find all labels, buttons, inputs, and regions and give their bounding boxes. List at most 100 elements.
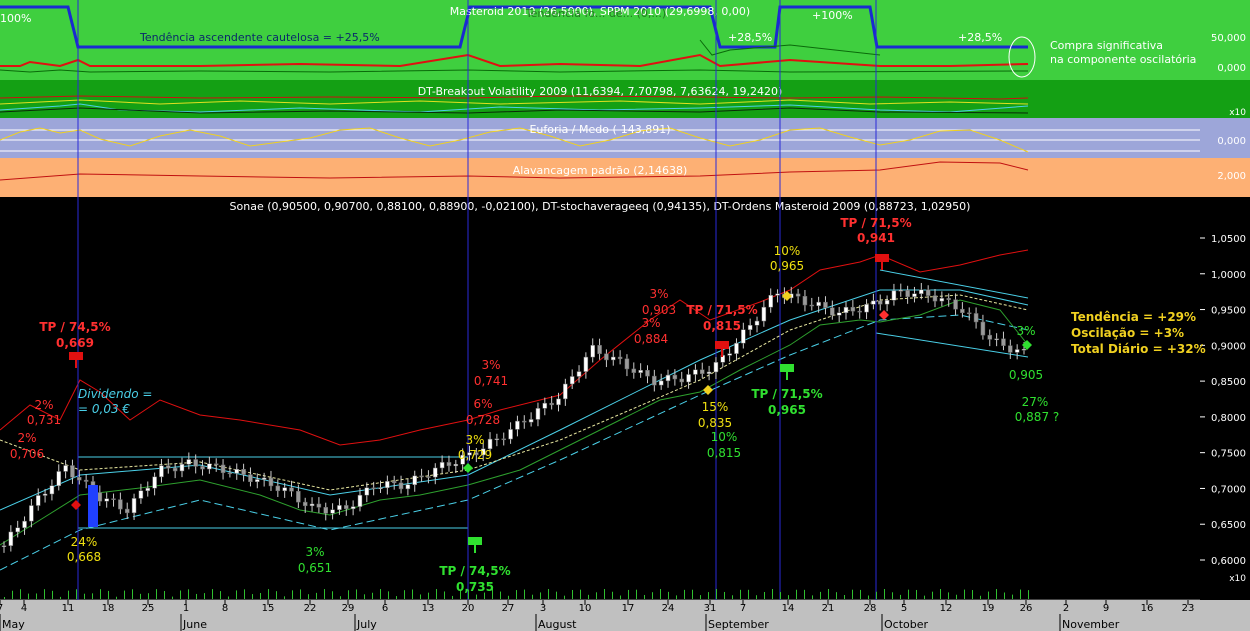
volume-bar	[764, 591, 765, 599]
volume-bar	[980, 595, 981, 599]
y-tick-label: 0,9000	[1211, 341, 1246, 352]
candle-up	[309, 503, 315, 507]
volume-bar	[836, 592, 837, 599]
candle-up	[439, 462, 445, 469]
candle-down	[597, 345, 602, 355]
candle-up	[590, 345, 595, 358]
candle-up	[836, 312, 842, 316]
dividend-line-1: Dividendo =	[78, 387, 152, 401]
volume-bar	[412, 589, 413, 599]
annotation-label: 0,706	[10, 447, 44, 461]
candle-down	[980, 321, 986, 336]
candle-up	[405, 484, 411, 490]
x-tick-label: 7	[0, 603, 3, 614]
candle-down	[966, 312, 972, 314]
candle-up	[179, 463, 185, 472]
candle-up	[412, 475, 417, 485]
x-tick-label: 31	[704, 603, 717, 614]
candle-down	[1008, 345, 1013, 353]
masteroid-tag-2: Tendência ascendente cautelosa = +25,5%	[139, 31, 380, 44]
candle-up	[891, 290, 897, 301]
candle-up	[816, 301, 821, 307]
annotation-label: 27%	[1022, 395, 1049, 409]
candle-down	[946, 298, 951, 300]
candle-down	[172, 467, 178, 472]
candle-down	[679, 378, 684, 383]
volume-bar	[508, 595, 509, 599]
volume-bar	[68, 590, 69, 599]
annotation-label: 0,731	[27, 413, 61, 427]
volume-bar	[524, 589, 525, 599]
volume-bar	[252, 594, 253, 599]
volume-bar	[804, 589, 805, 599]
candle-down	[83, 479, 89, 482]
candle-down	[316, 503, 322, 508]
summary-oscillation: Oscilação = +3%	[1071, 326, 1184, 340]
volume-bar	[676, 595, 677, 599]
candle-up	[152, 476, 157, 489]
annotation-label: 3%	[649, 287, 668, 301]
candle-down	[323, 507, 328, 514]
volume-bar	[820, 591, 821, 599]
candle-down	[248, 474, 253, 482]
candle-up	[8, 531, 14, 546]
volume-bar	[300, 589, 301, 599]
volume-bar	[732, 595, 733, 599]
volume-bar	[996, 589, 997, 599]
candle-down	[795, 293, 801, 297]
candle-up	[775, 293, 780, 296]
volume-bar	[404, 590, 405, 599]
volume-bar	[572, 589, 573, 599]
candle-up	[535, 408, 541, 420]
candle-up	[337, 505, 342, 510]
summary-total: Total Diário = +32%	[1071, 342, 1206, 356]
annotation-label: 0,728	[466, 413, 500, 427]
volume-bar	[76, 589, 77, 599]
x-tick-label: 23	[1182, 603, 1195, 614]
y-tick-label: 0,7000	[1211, 484, 1246, 495]
candle-down	[97, 492, 103, 502]
annotation-label: 0,815	[707, 446, 741, 460]
volume-bar	[948, 592, 949, 599]
alavancagem-panel: Alavancagem padrão (2,14638) 2,000	[0, 158, 1250, 197]
candle-up	[884, 300, 890, 305]
candle-down	[302, 501, 308, 507]
candle-up	[576, 371, 582, 377]
x-tick-label: 19	[982, 603, 995, 614]
y-tick-label: 0,9500	[1211, 306, 1246, 317]
x-tick-label: 29	[342, 603, 355, 614]
x-tick-label: 11	[62, 603, 75, 614]
y-tick-label: 1,0500	[1211, 234, 1246, 245]
volume-bar	[172, 596, 173, 599]
volume-bar	[748, 589, 749, 599]
volume-bar	[692, 589, 693, 599]
candle-up	[706, 371, 712, 374]
month-label: October	[884, 618, 928, 631]
candle-up	[186, 459, 192, 465]
volume-bar	[868, 595, 869, 599]
x-tick-label: 5	[901, 603, 907, 614]
candle-down	[446, 462, 452, 467]
exit-flag-green-1	[468, 537, 482, 545]
volume-bar	[12, 590, 13, 599]
volume-bar	[1012, 594, 1013, 599]
candle-up	[255, 479, 260, 482]
candle-down	[809, 304, 815, 307]
y-tick-label: 0,8000	[1211, 413, 1246, 424]
annotation-label: 3%	[305, 545, 324, 559]
candle-down	[850, 306, 856, 312]
volume-bar	[884, 589, 885, 599]
volume-bar	[724, 591, 725, 599]
candle-up	[364, 487, 370, 496]
annotation-label: 10%	[774, 244, 801, 258]
candle-up	[741, 329, 746, 344]
x-tick-label: 12	[940, 603, 953, 614]
volatility-ytick: x10	[1229, 108, 1246, 118]
volume-bar	[148, 593, 149, 599]
candle-up	[919, 289, 924, 294]
candle-up	[686, 374, 691, 383]
masteroid-ytick-2: 0,000	[1217, 63, 1246, 74]
candle-down	[289, 487, 294, 492]
volume-bar	[532, 594, 533, 599]
euforia-ytick: 0,000	[1217, 136, 1246, 147]
